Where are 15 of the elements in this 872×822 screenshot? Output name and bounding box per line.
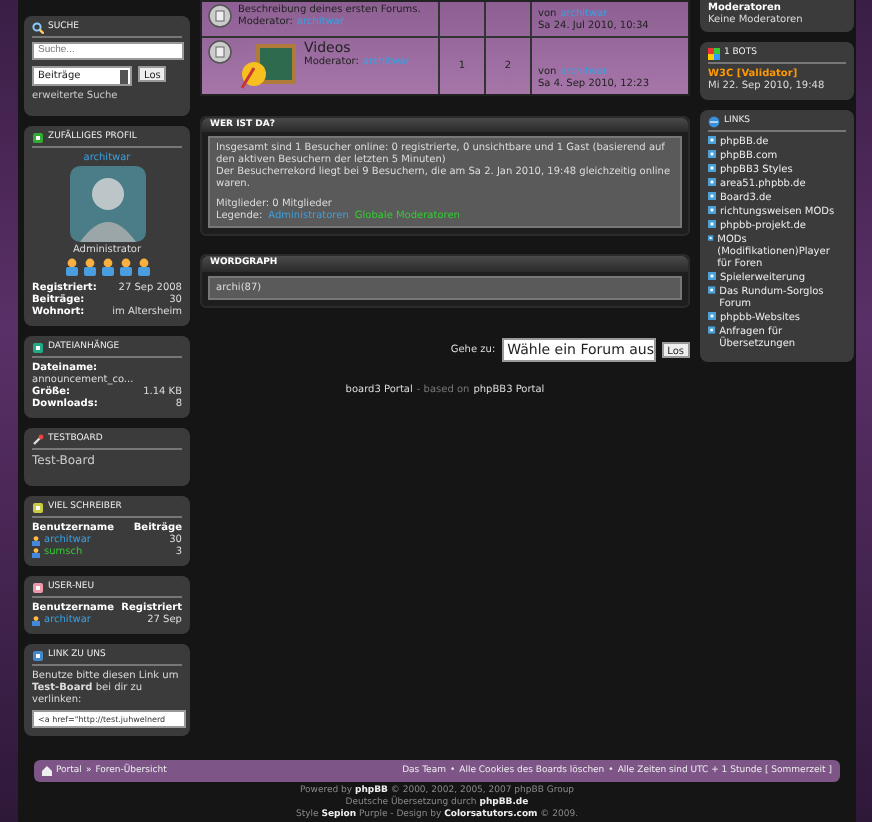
tools-icon (32, 434, 44, 446)
attachment-icon (32, 342, 44, 354)
new-user-icon (32, 582, 44, 594)
avatar (69, 166, 145, 242)
profile-icon (32, 132, 44, 144)
link-icon (32, 650, 44, 662)
home-icon (42, 766, 52, 777)
list-icon (32, 502, 44, 514)
forum-icon (208, 4, 232, 28)
link-icon (708, 234, 714, 242)
chalkboard-icon (238, 40, 298, 92)
bot-icon (708, 48, 720, 60)
user-icon (32, 615, 40, 625)
search-icon (32, 22, 44, 34)
forum-icon (208, 40, 232, 64)
